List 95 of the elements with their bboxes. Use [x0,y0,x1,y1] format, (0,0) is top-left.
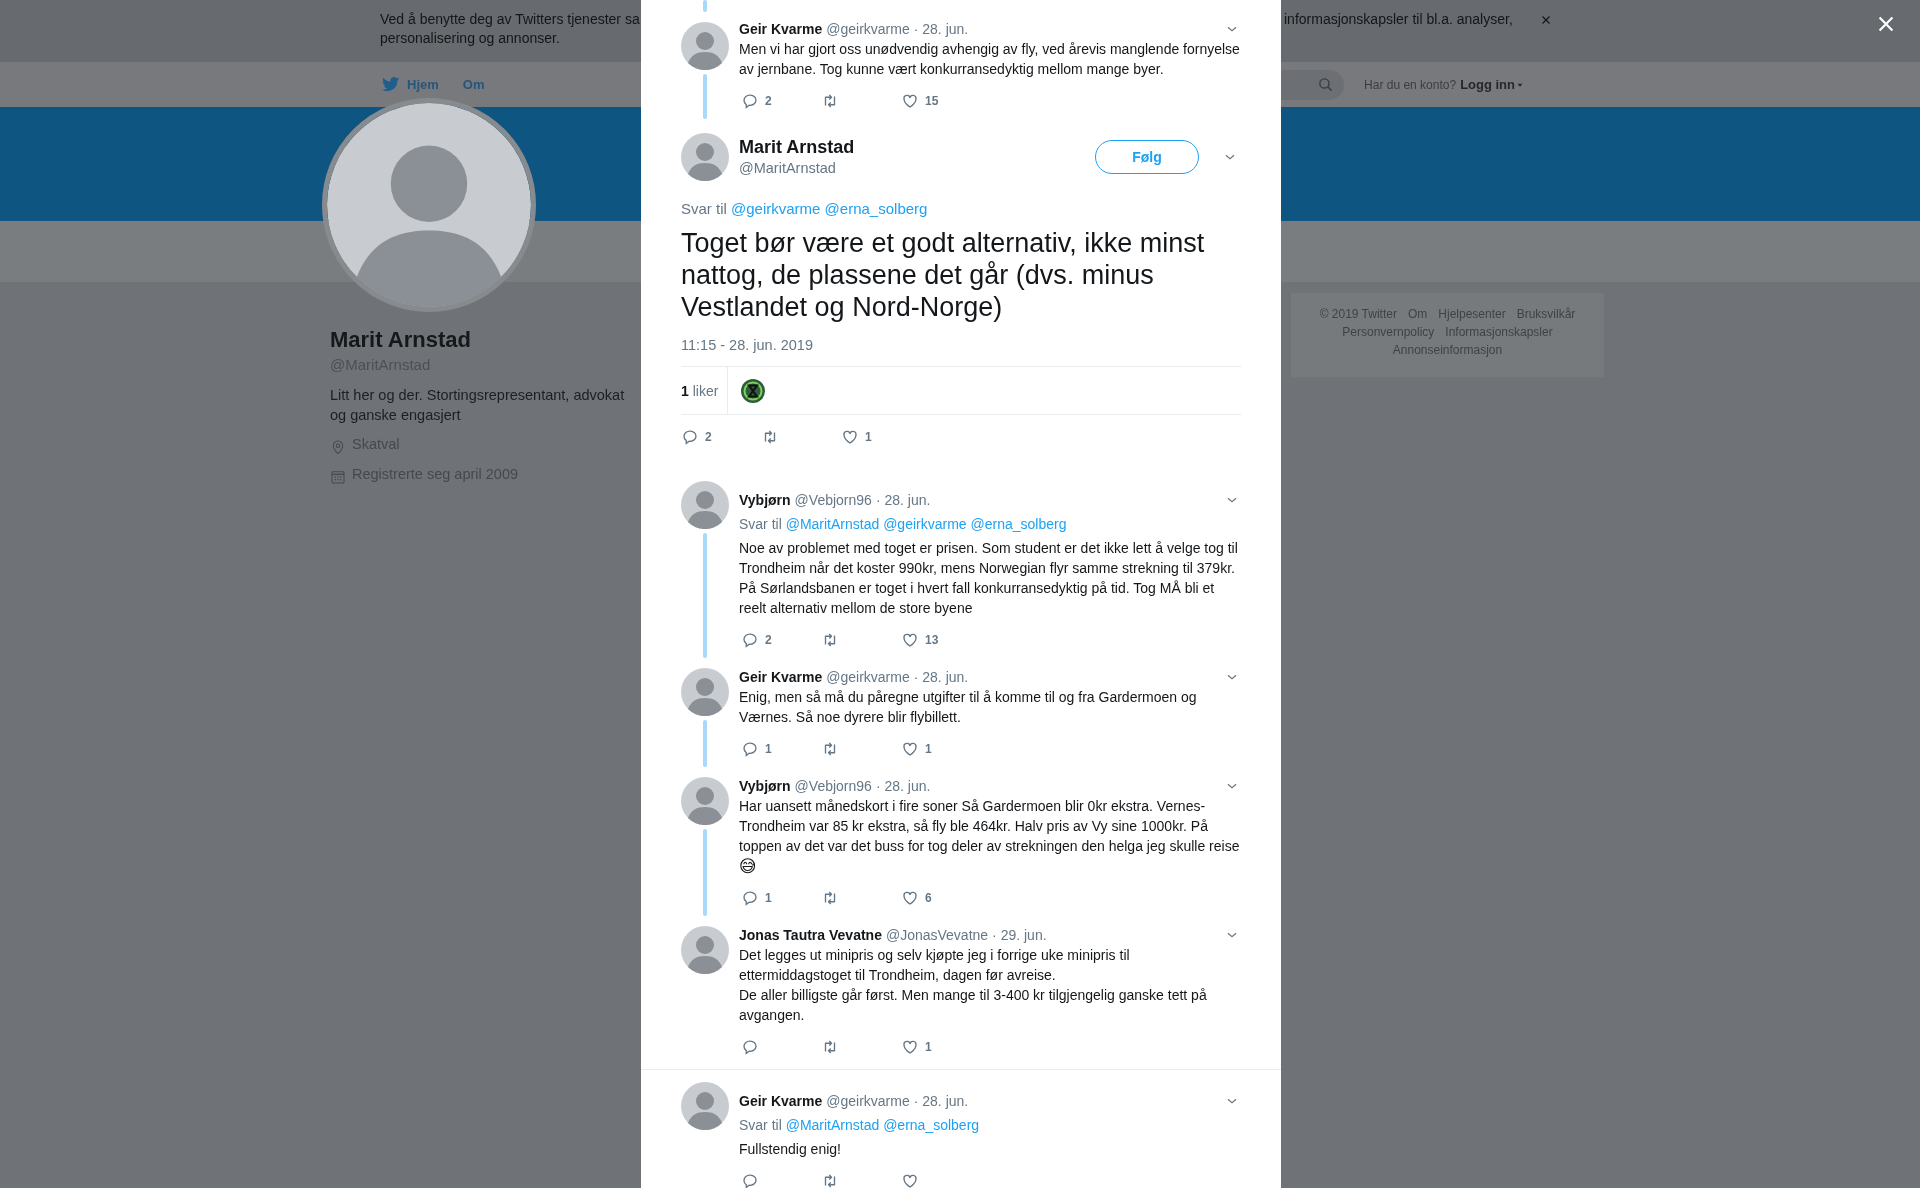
author-handle[interactable]: @geirkvarme [826,19,910,39]
reply-icon [741,631,759,649]
cookie-text: informasjonskapsler til bl.a. analyser, [1284,10,1513,29]
avatar[interactable] [681,926,729,974]
footer-link[interactable]: Personvernpolicy [1342,325,1435,340]
author-name[interactable]: Geir Kvarme [739,19,823,39]
reply-icon [741,92,759,110]
heart-icon [841,428,859,446]
heart-icon [901,631,919,649]
tweet-date[interactable]: · 28. jun. [913,19,969,39]
tweet-date[interactable]: · 28. jun. [913,667,969,687]
author-handle[interactable]: @geirkvarme [826,667,910,687]
author-name[interactable]: Marit Arnstad [739,136,855,158]
tweet-timestamp[interactable]: 11:15 - 28. jun. 2019 [681,337,1241,353]
author-handle[interactable]: @Vebjorn96 [794,490,872,510]
reply-to-line: Svar til @MaritArnstad @erna_solberg [739,1116,981,1135]
tweet-text: Noe av problemet med toget er prisen. Som student er det ikke lett å velge tog til Trondheim når det koster 990kr, mens Norwegian flyr samme strekning til 379kr. På Sørlandsbanen er toget i hvert fall konkurransedyktig på tid. Tog MÅ bli et reelt alternativ mellom de store byene [739,539,1239,618]
tweet-date[interactable]: · 28. jun. [875,776,931,796]
follow-button[interactable]: Følg [1095,140,1199,174]
tweet-text: Toget bør være et godt alternativ, ikke minst nattog, de plassene det går (dvs. minus Vestlandet og Nord-Norge) [681,227,1206,323]
copyright-text: © 2019 Twitter [1319,307,1397,322]
reply-icon [741,889,759,907]
login-prompt: Har du en konto? [1364,77,1457,92]
tweet-date[interactable]: · 28. jun. [913,1091,969,1111]
footer-link[interactable]: Informasjonskapsler [1445,325,1553,340]
tweet-date[interactable]: · 28. jun. [875,490,931,510]
profile-name: Marit Arnstad [330,326,472,354]
reply-button[interactable]: 1 [739,739,819,759]
heart-icon [901,1172,919,1188]
footer-link[interactable]: Om [1407,307,1428,322]
author-name[interactable]: Vybjørn [739,490,791,510]
reply-button[interactable]: 2 [739,91,819,111]
avatar[interactable] [681,1082,729,1130]
reply-icon [741,740,759,758]
author-name[interactable]: Jonas Tautra Vevatne [739,925,882,945]
calendar-icon [330,469,346,485]
reply-button[interactable]: 1 [739,888,819,908]
avatar[interactable] [681,22,729,70]
heart-icon [901,740,919,758]
reply-icon [681,428,699,446]
cookie-text: personalisering og annonser. [380,29,560,48]
tweet-text: Det legges ut minipris og selv kjøpte jeg i forrige uke minipris til ettermiddagstoget til Trondheim, dagen før avreise. De aller billigste går først. Men mange til 3-400 kr tilgjengelig ganske tett på avgangen. [739,946,1208,1025]
footer-link[interactable]: Bruksvilkår [1516,307,1576,322]
profile-bio: Litt her og der. Stortingsrepresentant, advokat og ganske engasjert [330,386,626,425]
tweet-text: Enig, men så må du påregne utgifter til å komme til og fra Gardermoen og Værnes. Så noe dyrere blir flybillett. [739,688,1198,727]
avatar[interactable] [681,481,729,529]
reply-button[interactable]: 2 [739,630,819,650]
like-button[interactable]: 15 [899,91,979,111]
author-name[interactable]: Vybjørn [739,776,791,796]
emoji: 😅 [739,856,757,876]
reply-to-line: Svar til @MaritArnstad @geirkvarme @erna_solberg [739,515,1068,534]
reply-button[interactable]: 2 [681,427,761,447]
tweet-text: Har uansett månedskort i fire soner Så Gardermoen blir 0kr ekstra. Vernes-Trondheim var 85 kr ekstra, så fly ble 464kr. Halv pris av Vy sine 1000kr. På toppen av det var det buss for tog deler av strekningen den helga jeg skulle reise [739,797,1241,856]
footer-link[interactable]: Annonseinformasjon [1392,343,1503,358]
heart-icon [901,889,919,907]
mention-link[interactable]: @erna_solberg [883,1117,980,1133]
mention-link[interactable]: @MaritArnstad [785,1117,880,1133]
thread-line [703,720,707,767]
reply-icon [741,1172,759,1188]
author-handle[interactable]: @Vebjorn96 [794,776,872,796]
likes-summary[interactable]: 1 liker [681,382,728,399]
close-icon[interactable] [1540,14,1552,26]
liker-avatar[interactable] [741,378,766,403]
author-handle[interactable]: @JonasVevatne [885,925,989,945]
like-button[interactable]: 1 [899,739,979,759]
search-icon[interactable] [1317,76,1335,93]
mention-link[interactable]: @geirkvarme [883,516,967,532]
heart-icon [901,92,919,110]
mention-link[interactable]: @erna_solberg [824,200,928,217]
mention-link[interactable]: @geirkvarme [731,200,821,217]
author-name[interactable]: Geir Kvarme [739,667,823,687]
tweet-date[interactable]: · 29. jun. [992,925,1047,945]
cookie-text: Ved å benytte deg av Twitters tjenester sa [380,10,640,29]
thread-line [703,74,707,119]
like-button[interactable]: 6 [899,888,979,908]
heart-icon [901,1038,919,1056]
author-handle[interactable]: @MaritArnstad [739,158,855,178]
tweet-text: Fullstendig enig! [739,1140,842,1159]
avatar[interactable] [681,777,729,825]
author-name[interactable]: Geir Kvarme [739,1091,823,1111]
like-button[interactable]: 1 [841,427,921,447]
mention-link[interactable]: @erna_solberg [970,516,1067,532]
tweet-text: Men vi har gjort oss unødvendig avhengig av fly, ved årevis manglende fornyelse av jernbane. Tog kunne vært konkurransedyktig mellom mange byer. [739,40,1241,79]
footer-link[interactable]: Hjelpesenter [1438,307,1506,322]
reply-to-line: Svar til @geirkvarme @erna_solberg [681,199,929,219]
avatar[interactable] [681,668,729,716]
mention-link[interactable]: @MaritArnstad [785,516,880,532]
login-link[interactable]: Logg inn [1460,77,1525,92]
author-handle[interactable]: @geirkvarme [826,1091,910,1111]
like-button[interactable]: 13 [899,630,979,650]
reply-icon [741,1038,759,1056]
thread-line [703,0,707,12]
like-button[interactable]: 1 [899,1037,979,1057]
location-pin-icon [330,439,346,455]
avatar[interactable] [681,133,729,181]
